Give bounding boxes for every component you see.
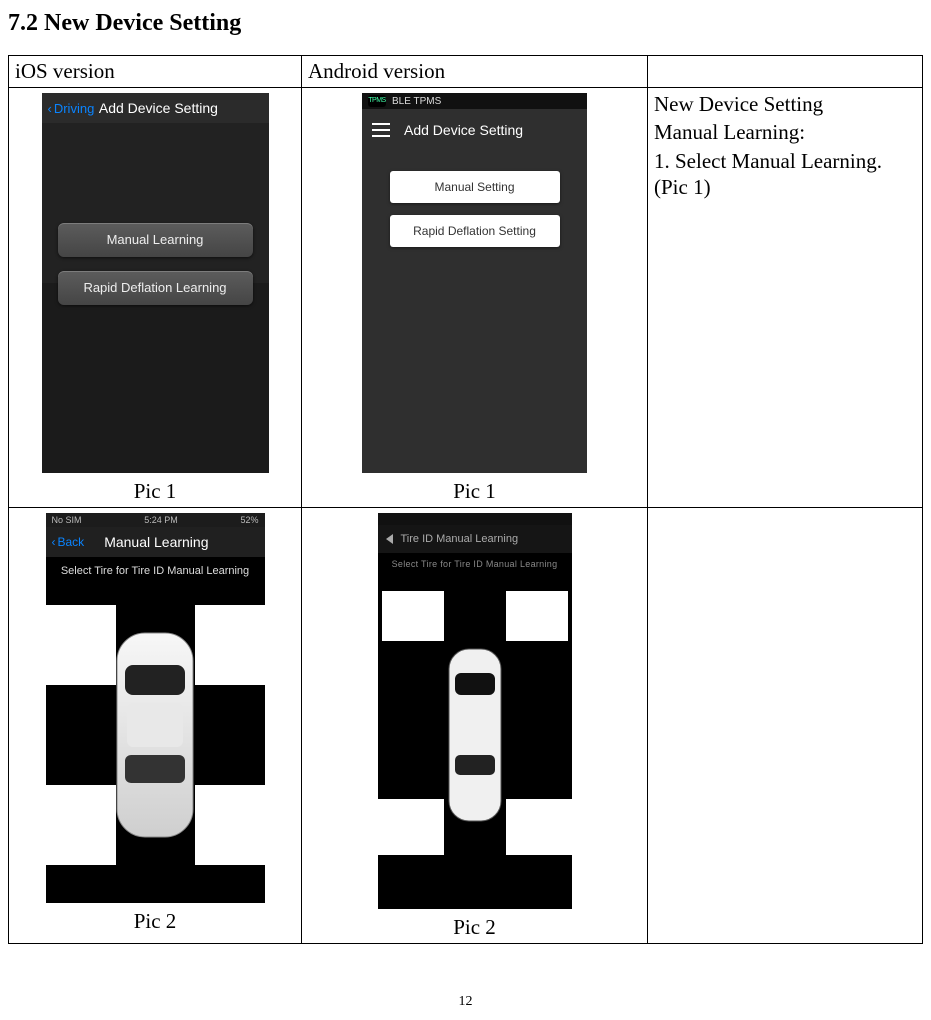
ios-navbar-2: ‹ Back Manual Learning bbox=[46, 527, 265, 557]
car-icon bbox=[109, 625, 201, 845]
android-titlebar: Add Device Setting bbox=[362, 109, 587, 151]
instructions-row2-empty bbox=[648, 508, 923, 944]
ios-status-battery: 52% bbox=[240, 515, 258, 525]
ios-statusbar: No SIM 5:24 PM 52% bbox=[46, 513, 265, 527]
cell-android-pic2: Tire ID Manual Learning Select Tire for … bbox=[302, 508, 648, 944]
instr-line3: 1. Select Manual Learning. (Pic 1) bbox=[654, 148, 916, 201]
android-nav-title-2: Tire ID Manual Learning bbox=[401, 533, 519, 545]
tire-front-right-a[interactable] bbox=[506, 591, 568, 641]
caption-android-pic2: Pic 2 bbox=[308, 915, 641, 940]
instr-line2: Manual Learning: bbox=[654, 119, 916, 145]
car-icon bbox=[445, 645, 505, 825]
tire-front-right[interactable] bbox=[195, 605, 265, 685]
ios-navbar-title-2: Manual Learning bbox=[54, 534, 258, 550]
tire-rear-left[interactable] bbox=[46, 785, 116, 865]
tire-selector-android bbox=[378, 575, 572, 895]
tire-rear-left-a[interactable] bbox=[378, 799, 444, 855]
ios-navbar: ‹ Driving Add Device Setting bbox=[42, 93, 269, 123]
rapid-deflation-learning-button[interactable]: Rapid Deflation Learning bbox=[58, 271, 253, 305]
android-statusbar-2 bbox=[378, 513, 572, 525]
tire-front-left[interactable] bbox=[46, 605, 116, 685]
ios-screenshot-1: ‹ Driving Add Device Setting Manual Lear… bbox=[42, 93, 269, 473]
ios-subtitle-2: Select Tire for Tire ID Manual Learning bbox=[46, 557, 265, 585]
instructions-row1: New Device Setting Manual Learning: 1. S… bbox=[648, 88, 923, 508]
ios-screenshot-2: No SIM 5:24 PM 52% ‹ Back Manual Learnin… bbox=[46, 513, 265, 903]
android-navbar-2: Tire ID Manual Learning bbox=[378, 525, 572, 553]
header-empty bbox=[648, 56, 923, 88]
caption-ios-pic2: Pic 2 bbox=[15, 909, 295, 934]
tire-front-left-a[interactable] bbox=[382, 591, 444, 641]
chevron-left-icon: ‹ bbox=[48, 101, 52, 116]
hamburger-icon[interactable] bbox=[372, 123, 390, 137]
tpms-icon: TPMS bbox=[368, 95, 386, 107]
page-heading: 7.2 New Device Setting bbox=[8, 10, 923, 37]
cell-ios-pic1: ‹ Driving Add Device Setting Manual Lear… bbox=[9, 88, 302, 508]
tire-selector bbox=[46, 585, 265, 885]
rapid-deflation-setting-button[interactable]: Rapid Deflation Setting bbox=[390, 215, 560, 247]
header-android: Android version bbox=[302, 56, 648, 88]
android-statusbar: TPMS BLE TPMS bbox=[362, 93, 587, 109]
instr-line1: New Device Setting bbox=[654, 91, 916, 117]
layout-table: iOS version Android version ‹ Driving Ad… bbox=[8, 55, 923, 944]
caption-ios-pic1: Pic 1 bbox=[15, 479, 295, 504]
manual-learning-button[interactable]: Manual Learning bbox=[58, 223, 253, 257]
android-subtitle-2: Select Tire for Tire ID Manual Learning bbox=[378, 553, 572, 575]
android-statusbar-app: BLE TPMS bbox=[392, 96, 441, 107]
cell-android-pic1: TPMS BLE TPMS Add Device Setting Manual … bbox=[302, 88, 648, 508]
cell-ios-pic2: No SIM 5:24 PM 52% ‹ Back Manual Learnin… bbox=[9, 508, 302, 944]
tire-rear-right[interactable] bbox=[195, 785, 265, 865]
page-number: 12 bbox=[8, 994, 923, 1010]
tire-rear-right-a[interactable] bbox=[506, 799, 572, 855]
ios-status-time: 5:24 PM bbox=[144, 515, 178, 525]
caption-android-pic1: Pic 1 bbox=[308, 479, 641, 504]
ios-navbar-title: Add Device Setting bbox=[54, 100, 262, 116]
android-title-text: Add Device Setting bbox=[404, 122, 523, 138]
android-screenshot-2: Tire ID Manual Learning Select Tire for … bbox=[378, 513, 572, 909]
manual-setting-button[interactable]: Manual Setting bbox=[390, 171, 560, 203]
android-screenshot-1: TPMS BLE TPMS Add Device Setting Manual … bbox=[362, 93, 587, 473]
header-ios: iOS version bbox=[9, 56, 302, 88]
back-arrow-icon[interactable] bbox=[386, 534, 393, 544]
ios-status-carrier: No SIM bbox=[52, 515, 82, 525]
